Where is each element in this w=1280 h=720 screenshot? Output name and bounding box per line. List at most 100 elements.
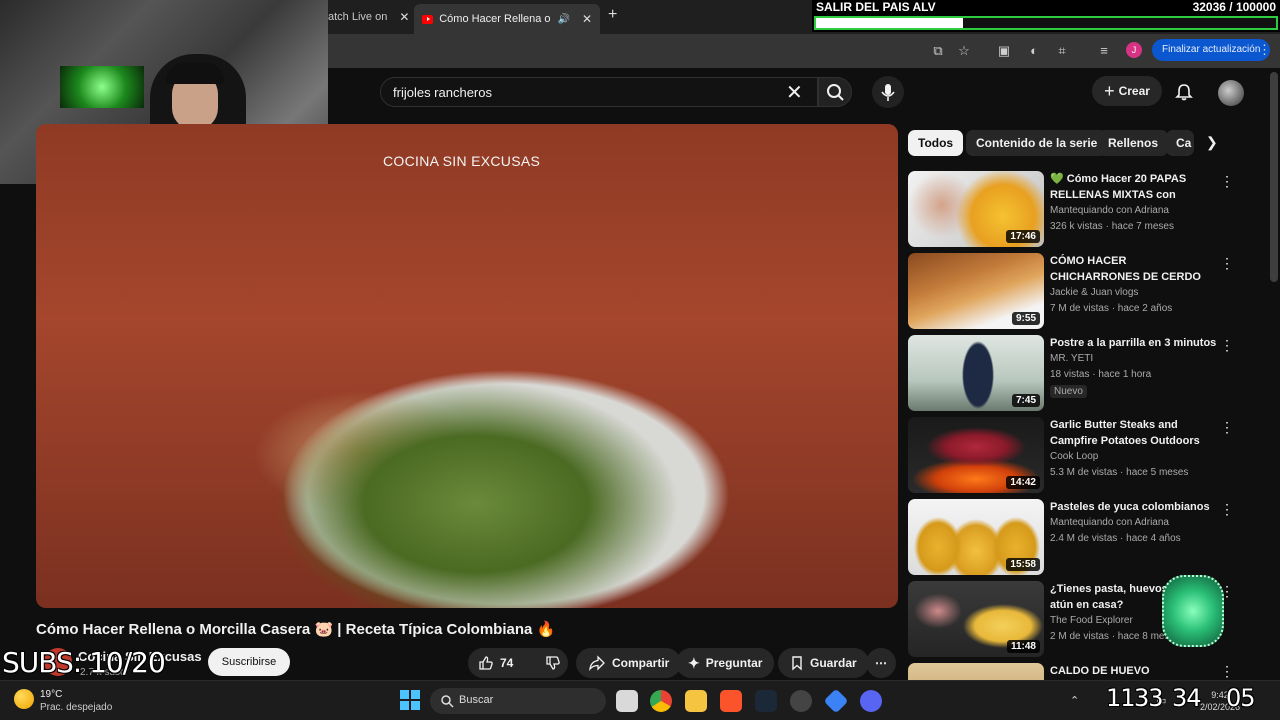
account-avatar[interactable] — [1218, 80, 1244, 106]
recommendation-card[interactable]: 9:55 CÓMO HACER CHICHARRONES DE CERDO CR… — [908, 253, 1270, 331]
recommendation-card[interactable]: CALDO DE HUEVO ⋮ — [908, 663, 1270, 680]
tab-label: atch Live on — [328, 11, 388, 23]
save-button[interactable]: Guardar — [778, 648, 869, 678]
voice-search-button[interactable] — [872, 76, 904, 108]
channel-name[interactable]: Jackie & Juan vlogs — [1050, 287, 1138, 298]
video-title[interactable]: 💚 Cómo Hacer 20 PAPAS RELLENAS MIXTAS co… — [1050, 171, 1218, 203]
video-player[interactable] — [36, 124, 898, 608]
speaker-icon[interactable]: 🔊 — [557, 14, 569, 25]
chip-more[interactable]: Ca — [1166, 130, 1194, 156]
task-view-icon[interactable] — [616, 690, 638, 712]
taskbar-search[interactable]: Buscar — [430, 688, 606, 714]
video-title[interactable]: Pasteles de yuca colombianos — [1050, 499, 1218, 515]
tray-chevron-up-icon[interactable]: ⌃ — [1070, 694, 1079, 707]
share-icon — [589, 655, 605, 671]
search-input[interactable]: frijoles rancheros — [380, 77, 818, 107]
search-icon — [827, 84, 844, 101]
channel-name[interactable]: The Food Explorer — [1050, 615, 1133, 626]
subscriber-goal-overlay: SALIR DEL PAIS ALV 32036 / 100000 — [812, 0, 1280, 32]
app-icon[interactable] — [790, 690, 812, 712]
video-thumbnail[interactable]: 15:58 — [908, 499, 1044, 575]
subscribe-button[interactable]: Suscribirse — [208, 648, 290, 676]
recommendation-card[interactable]: 15:58 Pasteles de yuca colombianos Mante… — [908, 499, 1270, 577]
notifications-bell-icon[interactable] — [1174, 82, 1194, 102]
video-thumbnail[interactable]: 7:45 — [908, 335, 1044, 411]
share-button[interactable]: Compartir — [576, 648, 682, 678]
search-button[interactable] — [818, 77, 852, 107]
channel-name[interactable]: Mantequiando con Adriana — [1050, 517, 1169, 528]
chip-series[interactable]: Contenido de la serie — [966, 130, 1108, 156]
channel-name[interactable]: Cook Loop — [1050, 451, 1098, 462]
webcam-background-light — [60, 66, 144, 108]
install-app-icon[interactable]: ⧉ — [930, 43, 946, 59]
search-value: frijoles rancheros — [393, 85, 492, 100]
profile-avatar[interactable]: J — [1126, 42, 1142, 58]
video-duration: 14:42 — [1006, 476, 1040, 489]
weather-temperature[interactable]: 19°C — [40, 689, 62, 700]
video-thumbnail[interactable]: 9:55 — [908, 253, 1044, 329]
close-icon[interactable]: ✕ — [399, 10, 408, 24]
file-explorer-icon[interactable] — [685, 690, 707, 712]
new-tab-button[interactable]: + — [608, 6, 617, 24]
dislike-button[interactable] — [535, 648, 571, 678]
video-title[interactable]: CALDO DE HUEVO — [1050, 663, 1218, 679]
more-options-icon[interactable]: ⋮ — [1220, 663, 1234, 680]
create-label: Crear — [1118, 84, 1150, 98]
tab-twitch[interactable]: atch Live on ✕ — [328, 6, 408, 28]
recommendation-card[interactable]: 14:42 Garlic Butter Steaks and Campfire … — [908, 417, 1270, 495]
video-thumbnail[interactable]: 17:46 — [908, 171, 1044, 247]
discord-icon[interactable] — [860, 690, 882, 712]
close-icon[interactable]: ✕ — [582, 12, 592, 26]
chip-rellenos[interactable]: Rellenos — [1098, 130, 1169, 156]
puzzle-icon[interactable]: ⌗ — [1054, 43, 1070, 59]
more-options-icon[interactable]: ⋮ — [1220, 419, 1234, 436]
chrome-icon[interactable] — [650, 690, 672, 712]
steam-icon[interactable] — [755, 690, 777, 712]
update-button[interactable]: Finalizar actualización — [1152, 39, 1271, 61]
goal-count: 32036 / 100000 — [1192, 0, 1276, 14]
more-options-icon[interactable]: ⋮ — [1220, 501, 1234, 518]
scrollbar[interactable] — [1270, 72, 1278, 282]
new-badge: Nuevo — [1050, 385, 1087, 398]
brave-icon[interactable] — [720, 690, 742, 712]
video-title[interactable]: Postre a la parrilla en 3 minutos — [1050, 335, 1218, 351]
share-label: Compartir — [612, 656, 670, 670]
video-duration: 7:45 — [1011, 394, 1040, 407]
more-options-icon[interactable]: ⋮ — [1220, 255, 1234, 272]
weather-icon[interactable] — [14, 689, 34, 709]
screen-icon[interactable]: ▣ — [996, 43, 1012, 59]
video-thumbnail[interactable]: 14:42 — [908, 417, 1044, 493]
like-button[interactable]: 74 — [468, 648, 523, 678]
sparkle-icon: ✦ — [688, 654, 700, 671]
video-thumbnail[interactable]: 11:48 — [908, 581, 1044, 657]
chevron-right-icon[interactable]: ❯ — [1206, 134, 1218, 151]
ask-label: Preguntar — [705, 656, 763, 670]
subs-counter-overlay: SUBS: 10/20 — [2, 646, 166, 679]
channel-name[interactable]: MR. YETI — [1050, 353, 1093, 364]
chip-todos[interactable]: Todos — [908, 130, 964, 156]
media-queue-icon[interactable]: ≡ — [1096, 43, 1112, 59]
video-meta: 2 M de vistas · hace 8 meses — [1050, 631, 1181, 642]
video-title[interactable]: CÓMO HACER CHICHARRONES DE CERDO CRUJIEN… — [1050, 253, 1218, 285]
screen: atch Live on ✕ Cómo Hacer Rellena o Mor … — [0, 0, 1280, 720]
tab-youtube[interactable]: Cómo Hacer Rellena o Mor 🔊 ✕ — [414, 4, 600, 34]
more-actions-button[interactable]: ⋯ — [866, 648, 896, 678]
ask-button[interactable]: ✦ Preguntar — [676, 648, 775, 678]
browser-menu-icon[interactable]: ⋮ — [1258, 42, 1271, 58]
extension-icon[interactable]: ◐ — [1026, 43, 1042, 59]
recommendation-card[interactable]: 7:45 Postre a la parrilla en 3 minutos M… — [908, 335, 1270, 413]
video-thumbnail[interactable] — [908, 663, 1044, 680]
weather-description[interactable]: Prac. despejado — [40, 702, 112, 713]
create-button[interactable]: + Crear — [1092, 76, 1162, 106]
recommendation-card[interactable]: 17:46 💚 Cómo Hacer 20 PAPAS RELLENAS MIX… — [908, 171, 1270, 249]
video-meta: 18 vistas · hace 1 hora — [1050, 369, 1152, 380]
video-title[interactable]: Garlic Butter Steaks and Campfire Potato… — [1050, 417, 1218, 449]
video-meta: 2.4 M de vistas · hace 4 años — [1050, 533, 1181, 544]
bookmark-star-icon[interactable]: ☆ — [956, 43, 972, 59]
clear-search-icon[interactable]: ✕ — [786, 80, 803, 105]
more-options-icon[interactable]: ⋮ — [1220, 173, 1234, 190]
more-options-icon[interactable]: ⋮ — [1220, 337, 1234, 354]
channel-name[interactable]: Mantequiando con Adriana — [1050, 205, 1169, 216]
goal-progress-bar — [814, 16, 1278, 30]
windows-start-icon[interactable] — [400, 690, 420, 710]
